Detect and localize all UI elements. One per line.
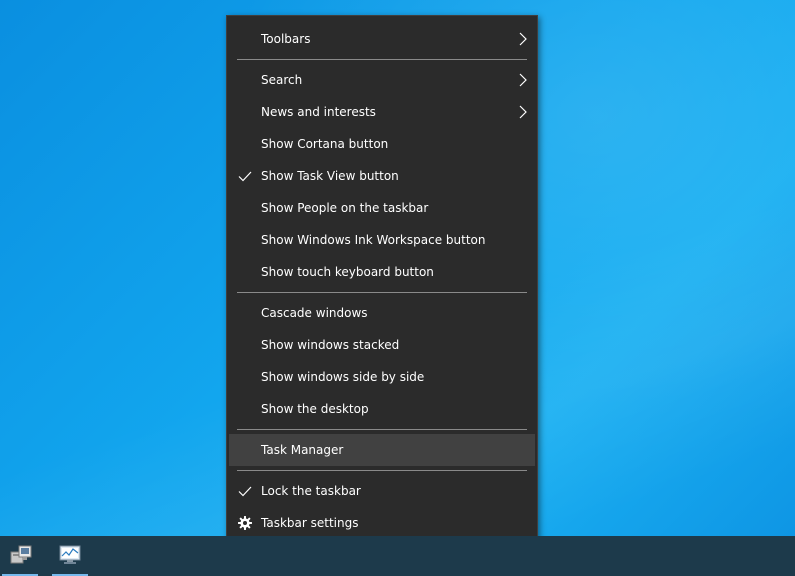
menu-item-label: Cascade windows (261, 306, 368, 320)
menu-item-toolbars[interactable]: Toolbars (229, 23, 535, 55)
chevron-right-icon (519, 32, 527, 46)
menu-item-label: Search (261, 73, 303, 87)
menu-item-label: Show windows side by side (261, 370, 425, 384)
menu-item-label: Show Windows Ink Workspace button (261, 233, 486, 247)
chevron-right-icon (519, 73, 527, 87)
menu-item-label: Taskbar settings (261, 516, 359, 530)
menu-item-show-cortana-button[interactable]: Show Cortana button (229, 128, 535, 160)
menu-item-label: Task Manager (261, 443, 344, 457)
menu-item-taskbar-settings[interactable]: Taskbar settings (229, 507, 535, 539)
menu-item-show-windows-side-by-side[interactable]: Show windows side by side (229, 361, 535, 393)
performance-monitor-icon (59, 545, 81, 564)
menu-item-news-and-interests[interactable]: News and interests (229, 96, 535, 128)
computer-desktop-icon (10, 545, 32, 564)
menu-item-label: Show windows stacked (261, 338, 400, 352)
checkmark-icon (238, 486, 252, 497)
menu-item-label: Show Cortana button (261, 137, 389, 151)
menu-separator (237, 59, 527, 60)
taskbar[interactable] (0, 536, 795, 576)
menu-item-label: Toolbars (261, 32, 311, 46)
menu-separator (237, 429, 527, 430)
checkmark-icon (238, 171, 252, 182)
menu-item-task-manager[interactable]: Task Manager (229, 434, 535, 466)
menu-item-label: News and interests (261, 105, 376, 119)
menu-item-show-touch-keyboard[interactable]: Show touch keyboard button (229, 256, 535, 288)
gear-icon (238, 516, 252, 530)
menu-item-show-task-view-button[interactable]: Show Task View button (229, 160, 535, 192)
menu-separator (237, 292, 527, 293)
menu-item-label: Show the desktop (261, 402, 369, 416)
taskbar-app-performance-monitor[interactable] (50, 536, 90, 576)
menu-item-cascade-windows[interactable]: Cascade windows (229, 297, 535, 329)
menu-item-show-people[interactable]: Show People on the taskbar (229, 192, 535, 224)
taskbar-context-menu: Toolbars Search News and interests Show … (226, 15, 538, 547)
menu-item-show-windows-ink[interactable]: Show Windows Ink Workspace button (229, 224, 535, 256)
menu-item-show-windows-stacked[interactable]: Show windows stacked (229, 329, 535, 361)
chevron-right-icon (519, 105, 527, 119)
menu-item-label: Show Task View button (261, 169, 399, 183)
menu-item-lock-the-taskbar[interactable]: Lock the taskbar (229, 475, 535, 507)
menu-item-label: Show People on the taskbar (261, 201, 429, 215)
menu-item-search[interactable]: Search (229, 64, 535, 96)
menu-item-label: Lock the taskbar (261, 484, 361, 498)
menu-separator (237, 470, 527, 471)
menu-item-show-the-desktop[interactable]: Show the desktop (229, 393, 535, 425)
menu-item-label: Show touch keyboard button (261, 265, 434, 279)
taskbar-app-computer[interactable] (0, 536, 40, 576)
